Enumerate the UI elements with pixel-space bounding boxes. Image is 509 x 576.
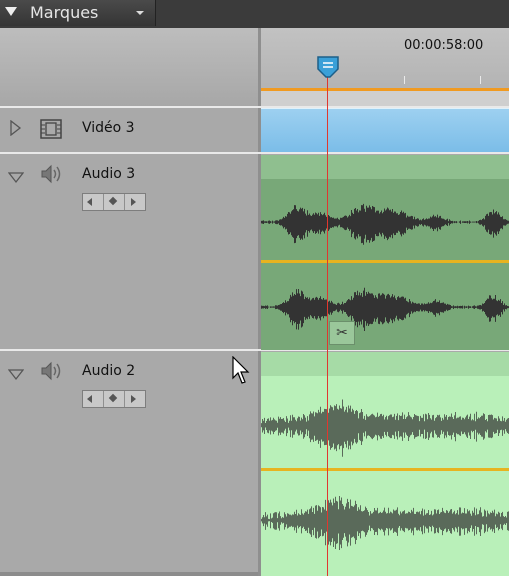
mouse-cursor-icon [232, 355, 252, 386]
keyframe-navigator[interactable] [82, 193, 146, 211]
volume-level-line[interactable] [261, 260, 509, 263]
volume-level-line[interactable] [261, 468, 509, 471]
playhead-marker[interactable] [316, 55, 340, 79]
track-name-audio2: Audio 2 [82, 363, 136, 379]
speaker-icon[interactable] [40, 361, 64, 385]
waveform-path [261, 496, 509, 550]
waveform-path [261, 203, 509, 245]
track-header-audio2[interactable]: Audio 2 [0, 352, 258, 572]
waveform-path [261, 287, 509, 331]
waveform-path [261, 399, 509, 457]
playhead-line[interactable] [327, 70, 328, 576]
waveform-audio3-right [261, 287, 509, 331]
waveform-audio3-left [261, 203, 509, 245]
ruler-timecode: 00:00:58:00 [404, 38, 484, 53]
track-separator [0, 152, 509, 154]
waveforms [261, 203, 509, 550]
ruler-tick [480, 76, 481, 84]
left-arrow-icon [87, 395, 92, 403]
prev-keyframe-button[interactable] [83, 194, 104, 210]
waveform-audio2-left [261, 399, 509, 457]
track-header-video3[interactable]: Vidéo 3 [0, 108, 258, 152]
prev-keyframe-button[interactable] [83, 391, 104, 407]
right-arrow-icon [131, 198, 136, 206]
waveform-audio2-right [261, 496, 509, 550]
video-clip[interactable] [261, 108, 509, 152]
speaker-icon[interactable] [40, 164, 64, 188]
work-area-strip [258, 91, 509, 106]
right-arrow-icon [131, 395, 136, 403]
add-keyframe-button[interactable] [104, 194, 125, 210]
film-icon [40, 119, 62, 143]
bottom-border [0, 572, 258, 576]
track-name-audio3: Audio 3 [82, 166, 136, 182]
marques-label: Marques [30, 3, 99, 22]
next-keyframe-button[interactable] [125, 194, 145, 210]
track-header-top [0, 28, 258, 106]
track-header-audio3[interactable]: Audio 3 [0, 155, 258, 349]
marques-panel-header[interactable]: Marques [0, 0, 156, 26]
keyframe-diamond-icon [108, 393, 118, 403]
add-keyframe-button[interactable] [104, 391, 125, 407]
left-arrow-icon [87, 198, 92, 206]
keyframe-navigator[interactable] [82, 390, 146, 408]
collapse-triangle-icon[interactable] [5, 7, 17, 16]
scissors-icon[interactable]: ✂ [329, 321, 355, 345]
track-name-video3: Vidéo 3 [82, 120, 135, 136]
dropdown-arrow-icon[interactable] [136, 11, 144, 15]
next-keyframe-button[interactable] [125, 391, 145, 407]
ruler-tick [404, 76, 405, 84]
keyframe-diamond-icon [108, 196, 118, 206]
